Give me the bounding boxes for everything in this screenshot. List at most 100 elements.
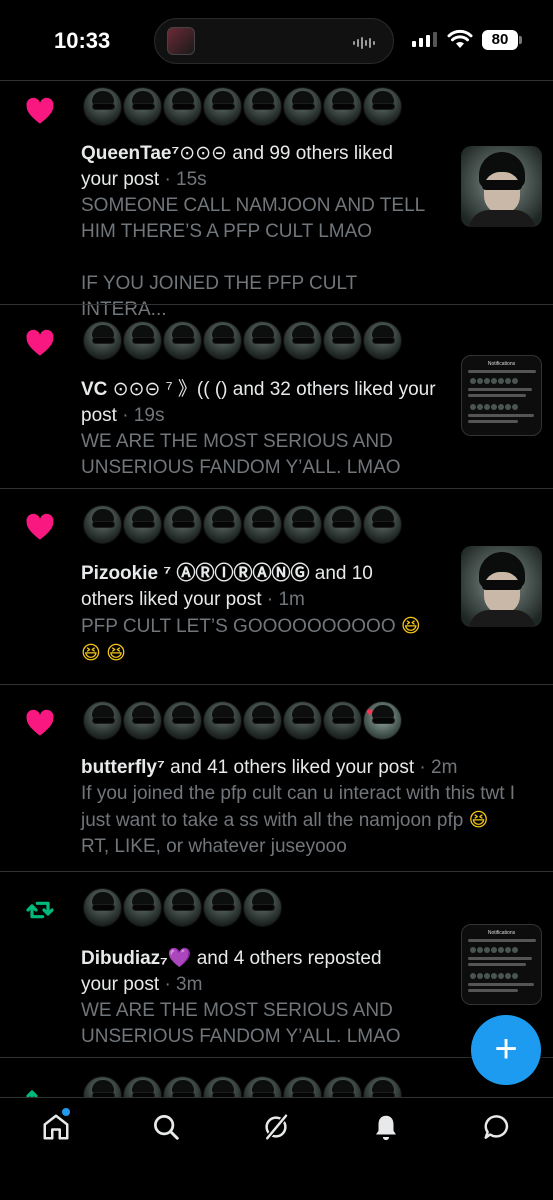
avatar[interactable] xyxy=(243,321,282,360)
avatar[interactable] xyxy=(83,87,122,126)
notification-text: QueenTae⁷⊙⊙⊝ and 99 others liked your po… xyxy=(81,141,441,323)
avatar[interactable] xyxy=(283,505,322,544)
avatar[interactable] xyxy=(123,321,162,360)
repost-icon xyxy=(26,901,54,919)
laughing-emoji: 😆 xyxy=(468,809,489,831)
notification-item[interactable]: VC ⊙⊙⊝ ⁷ 》(( () and 32 others liked your… xyxy=(0,304,553,488)
notification-text: VC ⊙⊙⊝ ⁷ 》(( () and 32 others liked your… xyxy=(81,377,441,481)
avatar[interactable] xyxy=(323,87,362,126)
avatar[interactable] xyxy=(323,701,362,740)
post-snippet: PFP CULT LET’S GOOOOOOOOOO 😆 😆 😆 xyxy=(81,613,441,667)
user-name[interactable]: VC xyxy=(81,379,107,400)
avatar[interactable] xyxy=(163,505,202,544)
post-thumbnail[interactable]: Notifications xyxy=(461,355,542,436)
notification-item[interactable]: ♥ butterfly⁷ and 41 others liked your po… xyxy=(0,684,553,871)
notification-text: butterfly⁷ and 41 others liked your post… xyxy=(81,755,541,860)
avatar[interactable] xyxy=(83,321,122,360)
avatar[interactable] xyxy=(243,505,282,544)
heart-icon xyxy=(26,97,54,124)
avatar[interactable] xyxy=(203,321,242,360)
avatar[interactable] xyxy=(163,87,202,126)
dynamic-island[interactable] xyxy=(154,18,394,64)
liker-avatars[interactable] xyxy=(83,321,402,360)
notifications-bell-icon[interactable] xyxy=(371,1112,401,1142)
user-name-badges: ⊙⊙⊝ ⁷ 》(( () xyxy=(112,379,228,400)
avatar[interactable] xyxy=(203,701,242,740)
avatar[interactable] xyxy=(283,701,322,740)
avatar[interactable] xyxy=(363,87,402,126)
user-name[interactable]: Pizookie ⁷ ⒶⓇⒾⓇⒶⓃⒼ xyxy=(81,563,309,584)
avatar[interactable] xyxy=(203,888,242,927)
avatar[interactable] xyxy=(123,505,162,544)
avatar[interactable] xyxy=(163,701,202,740)
notification-item[interactable]: Dibudiaz₇💜 and 4 others reposted your po… xyxy=(0,871,553,1057)
laughing-emoji: 😆 xyxy=(81,642,101,664)
avatar[interactable] xyxy=(283,321,322,360)
grok-icon[interactable] xyxy=(261,1112,291,1142)
notification-text: Pizookie ⁷ ⒶⓇⒾⓇⒶⓃⒼ and 10 others liked y… xyxy=(81,561,441,667)
compose-button[interactable]: + xyxy=(471,1015,541,1085)
purple-heart-emoji: 💜 xyxy=(167,948,192,969)
avatar[interactable] xyxy=(123,87,162,126)
reposter-avatars[interactable] xyxy=(83,888,282,927)
action-text-2: your post xyxy=(81,169,160,190)
avatar[interactable] xyxy=(323,321,362,360)
action-text: and 10 xyxy=(314,563,373,584)
avatar[interactable] xyxy=(83,701,122,740)
avatar[interactable] xyxy=(83,888,122,927)
avatar[interactable] xyxy=(123,701,162,740)
avatar[interactable] xyxy=(323,505,362,544)
heart-icon xyxy=(26,709,54,736)
timestamp: · 3m xyxy=(164,974,203,995)
avatar[interactable] xyxy=(163,321,202,360)
notification-item[interactable]: QueenTae⁷⊙⊙⊝ and 99 others liked your po… xyxy=(0,80,553,320)
user-name[interactable]: QueenTae⁷ xyxy=(81,143,179,164)
clock: 10:33 xyxy=(54,28,111,53)
laughing-emoji: 😆 xyxy=(400,615,421,637)
avatar[interactable] xyxy=(283,87,322,126)
avatar[interactable] xyxy=(243,87,282,126)
avatar[interactable] xyxy=(243,701,282,740)
timestamp: · 2m xyxy=(419,757,458,778)
post-thumbnail[interactable]: Notifications xyxy=(461,924,542,1005)
audio-waveform-icon xyxy=(353,37,375,49)
messages-icon[interactable] xyxy=(482,1112,512,1142)
notifications-feed[interactable]: QueenTae⁷⊙⊙⊝ and 99 others liked your po… xyxy=(0,80,553,1117)
post-thumbnail[interactable] xyxy=(461,546,542,627)
avatar[interactable] xyxy=(163,888,202,927)
now-playing-artwork xyxy=(167,27,195,55)
action-text-2: others liked your post xyxy=(81,589,262,610)
avatar[interactable] xyxy=(363,321,402,360)
user-name[interactable]: Dibudiaz₇ xyxy=(81,948,168,969)
avatar[interactable] xyxy=(203,505,242,544)
action-text: and 41 others liked your post xyxy=(170,757,415,778)
post-snippet: WE ARE THE MOST SERIOUS AND UNSERIOUS FA… xyxy=(81,1000,401,1047)
home-icon[interactable] xyxy=(41,1112,71,1142)
bottom-nav xyxy=(0,1097,553,1200)
liker-avatars[interactable] xyxy=(83,505,402,544)
liker-avatars[interactable] xyxy=(83,87,402,126)
timestamp: · 19s xyxy=(122,405,165,426)
action-text: and 32 others liked your xyxy=(232,379,436,400)
avatar[interactable] xyxy=(123,888,162,927)
status-bar: 10:33 80 xyxy=(0,0,553,80)
avatar[interactable]: ♥ xyxy=(363,701,402,740)
notification-item[interactable]: Pizookie ⁷ ⒶⓇⒾⓇⒶⓃⒼ and 10 others liked y… xyxy=(0,488,553,684)
timestamp: · 1m xyxy=(266,589,305,610)
avatar[interactable] xyxy=(203,87,242,126)
avatar[interactable] xyxy=(243,888,282,927)
avatar[interactable] xyxy=(83,505,122,544)
action-text: and 4 others reposted xyxy=(196,948,382,969)
search-icon[interactable] xyxy=(151,1112,181,1142)
snippet-text: If you joined the pfp cult can u interac… xyxy=(81,783,516,831)
avatar[interactable] xyxy=(363,505,402,544)
user-name[interactable]: butterfly⁷ xyxy=(81,757,165,778)
heart-icon: ♥ xyxy=(366,705,374,719)
battery-tip xyxy=(519,36,522,44)
timestamp: · 15s xyxy=(164,169,207,190)
liker-avatars[interactable]: ♥ xyxy=(83,701,402,740)
laughing-emoji: 😆 xyxy=(106,642,126,664)
action-text: and 99 others liked xyxy=(232,143,393,164)
heart-icon xyxy=(26,513,54,540)
post-thumbnail[interactable] xyxy=(461,146,542,227)
